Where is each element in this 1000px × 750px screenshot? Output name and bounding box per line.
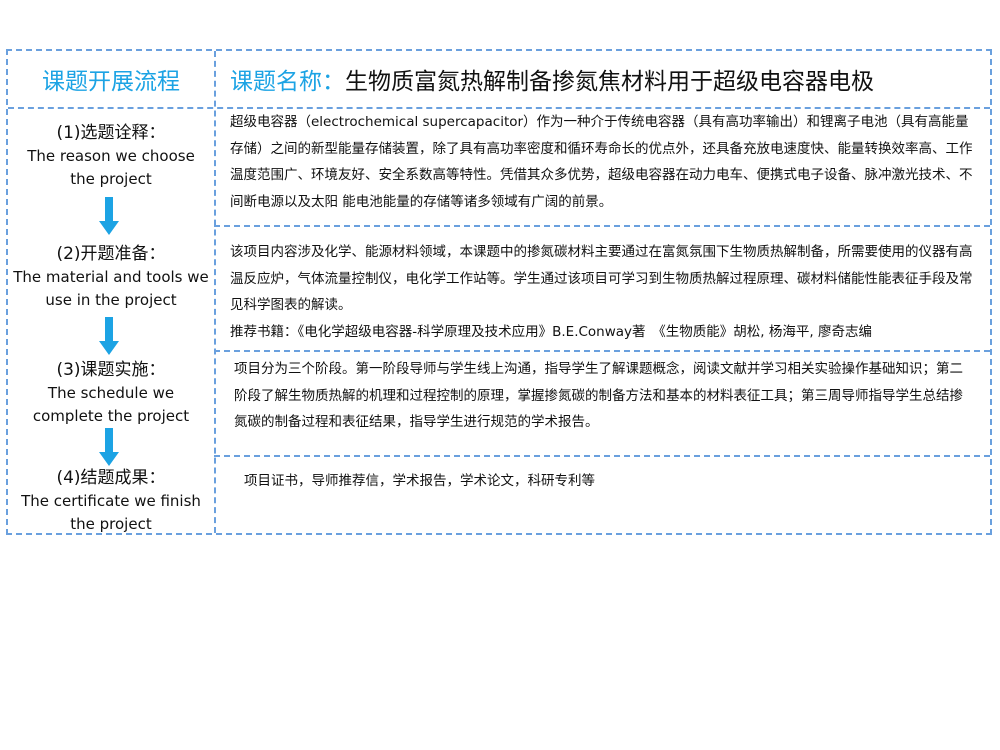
step-1-title: (1)选题诠释：	[56, 123, 166, 143]
step-3: (3)课题实施： The schedule we complete the pr…	[8, 359, 214, 428]
row-divider-1	[214, 225, 990, 227]
row-divider-3	[214, 455, 990, 457]
row-divider-2	[214, 350, 990, 352]
column-divider	[214, 51, 216, 533]
content-schedule: 项目分为三个阶段。第一阶段导师与学生线上沟通，指导学生了解课题概念，阅读文献并学…	[234, 356, 976, 436]
step-3-en-line2: complete the project	[32, 407, 190, 425]
step-1-en-line2: the project	[70, 170, 152, 188]
content-results: 项目证书，导师推荐信，学术报告，学术论文，科研专利等	[244, 468, 976, 495]
project-title-label: 课题名称：	[230, 69, 345, 95]
step-1-en-line1: The reason we choose	[27, 147, 195, 165]
step-2-title: (2)开题准备：	[56, 244, 166, 264]
down-arrow-icon	[99, 197, 119, 235]
step-4-en-line1: The certificate we finish	[21, 492, 201, 510]
process-column-title: 课题开展流程	[42, 69, 180, 95]
step-2: (2)开题准备： The material and tools we use i…	[8, 243, 214, 312]
content-results-text: 项目证书，导师推荐信，学术报告，学术论文，科研专利等	[244, 473, 595, 489]
step-3-title: (3)课题实施：	[56, 360, 166, 380]
step-2-en-line2: use in the project	[45, 291, 177, 309]
content-reason: 超级电容器（electrochemical supercapacitor）作为一…	[230, 109, 976, 215]
down-arrow-icon	[99, 428, 119, 466]
step-4-en-line2: the project	[70, 515, 152, 533]
step-3-en-line1: The schedule we	[47, 384, 175, 402]
step-2-en-line1: The material and tools we	[13, 268, 209, 286]
content-preparation: 该项目内容涉及化学、能源材料领域，本课题中的掺氮碳材料主要通过在富氮氛围下生物质…	[230, 239, 976, 345]
step-4-title: (4)结题成果：	[56, 468, 166, 488]
project-title: 课题名称： 生物质富氮热解制备掺氮焦材料用于超级电容器电极	[230, 51, 982, 107]
down-arrow-icon	[99, 317, 119, 355]
recommended-books: 推荐书籍：《电化学超级电容器-科学原理及技术应用》B.E.Conway著 《生物…	[230, 323, 872, 340]
project-title-text: 生物质富氮热解制备掺氮焦材料用于超级电容器电极	[345, 69, 874, 95]
content-schedule-text: 项目分为三个阶段。第一阶段导师与学生线上沟通，指导学生了解课题概念，阅读文献并学…	[234, 361, 963, 430]
process-table: 课题开展流程 课题名称： 生物质富氮热解制备掺氮焦材料用于超级电容器电极 (1)…	[6, 49, 992, 535]
content-reason-text: 超级电容器（electrochemical supercapacitor）作为一…	[230, 114, 973, 210]
step-1: (1)选题诠释： The reason we choose the projec…	[8, 122, 214, 191]
content-preparation-text: 该项目内容涉及化学、能源材料领域，本课题中的掺氮碳材料主要通过在富氮氛围下生物质…	[230, 244, 973, 313]
step-4: (4)结题成果： The certificate we finish the p…	[8, 467, 214, 536]
